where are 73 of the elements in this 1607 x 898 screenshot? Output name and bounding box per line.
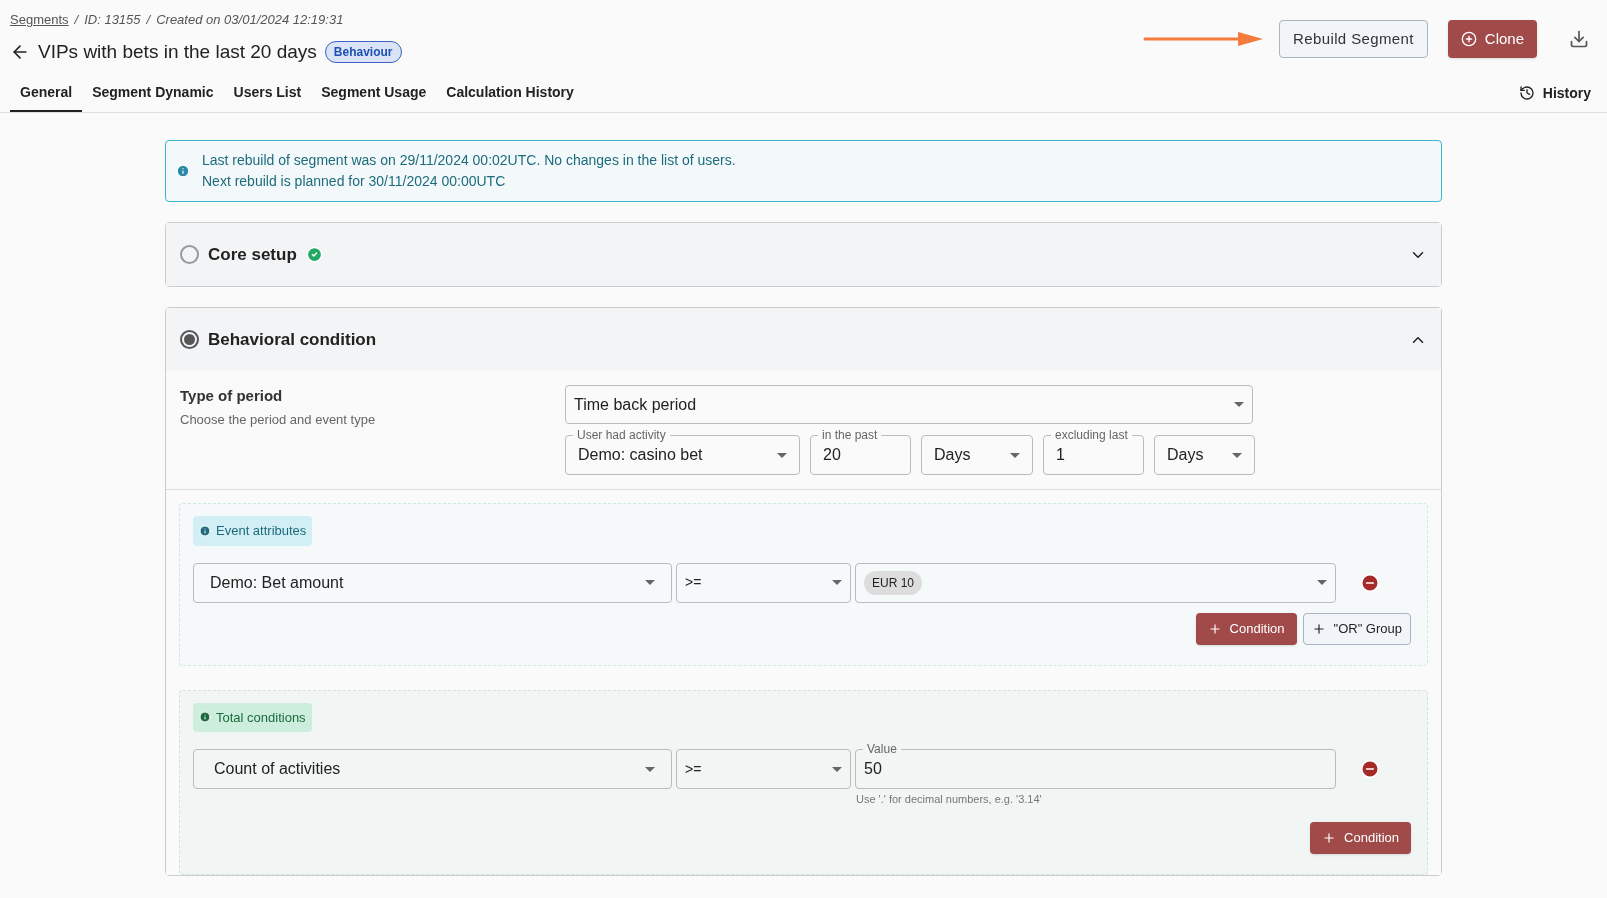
caret-icon (1234, 402, 1244, 407)
add-condition-button[interactable]: Condition (1195, 612, 1297, 645)
section-title: Core setup (208, 243, 297, 266)
field-label: User had activity (573, 427, 670, 443)
page-title: VIPs with bets in the last 20 days (38, 39, 317, 64)
download-icon[interactable] (1569, 29, 1589, 49)
info-text: Next rebuild is planned for 30/11/2024 00:00UTC (202, 172, 507, 191)
remove-icon[interactable] (1360, 572, 1380, 593)
info-icon (176, 164, 190, 178)
period-hint: Choose the period and event type (180, 410, 377, 429)
history-icon (1518, 85, 1535, 101)
operator-select[interactable]: >= (676, 562, 851, 603)
value-select[interactable]: EUR 10 (855, 562, 1336, 603)
field-value: 50 (864, 759, 882, 779)
add-condition-button[interactable]: Condition (1310, 821, 1411, 854)
tab[interactable]: General (10, 74, 83, 112)
attribute-select[interactable]: Demo: Bet amount (193, 562, 672, 603)
type-badge: Behaviour (324, 40, 402, 63)
caret-icon (832, 580, 842, 585)
field-value: 1 (1056, 445, 1065, 465)
caret-icon (832, 766, 842, 772)
info-text: Last rebuild of segment was on 29/11/2024 00:02UTC. No changes in the list of users. (202, 151, 736, 170)
created-date: Created on 03/01/2024 12:19:31 (156, 11, 344, 29)
attribute-select[interactable]: Count of activities (193, 749, 672, 789)
plus-icon (1322, 830, 1337, 845)
radio-button[interactable] (180, 330, 199, 349)
value-chip: EUR 10 (864, 570, 923, 595)
period-label: Type of period (180, 386, 284, 406)
select-value: Time back period (574, 394, 697, 415)
helper-text: Use '.' for decimal numbers, e.g. '3.14' (856, 792, 1043, 807)
breadcrumb-separator: / (74, 11, 79, 29)
select-value: Count of activities (214, 759, 341, 779)
select-value: >= (685, 573, 702, 592)
info-icon (199, 524, 211, 537)
select-value: Demo: Bet amount (210, 572, 344, 593)
operator-select[interactable]: >= (676, 749, 851, 789)
tab[interactable]: Calculation History (436, 74, 584, 112)
plus-icon (1207, 621, 1222, 636)
radio-button[interactable] (180, 245, 199, 264)
tab[interactable]: Users List (223, 74, 312, 112)
section-title: Behavioral condition (208, 328, 377, 351)
history-button[interactable]: History (1518, 82, 1591, 104)
field-label: excluding last (1051, 427, 1132, 443)
caret-icon (645, 580, 655, 585)
remove-icon[interactable] (1360, 759, 1380, 779)
period-type-select[interactable]: Time back period (565, 385, 1253, 424)
breadcrumb-link[interactable]: Segments (10, 10, 69, 30)
group-tag: Total conditions (193, 702, 312, 732)
caret-icon (1317, 580, 1327, 585)
caret-icon (1232, 452, 1242, 458)
caret-icon (1010, 452, 1020, 458)
segment-id: ID: 13155 (84, 11, 141, 29)
clone-button[interactable]: Clone (1447, 20, 1537, 58)
plus-circle-icon (1460, 31, 1477, 47)
or-group-button[interactable]: "OR" Group (1302, 612, 1411, 645)
caret-icon (777, 452, 787, 458)
breadcrumb-separator: / (146, 11, 151, 29)
select-value: >= (685, 759, 702, 779)
caret-icon (645, 766, 655, 772)
field-value: 20 (823, 445, 841, 465)
field-label: in the past (818, 427, 882, 443)
info-icon (199, 711, 211, 724)
section-header[interactable]: Behavioral condition (166, 308, 1441, 371)
section-header[interactable]: Core setup (166, 223, 1441, 286)
plus-icon (1311, 621, 1326, 636)
group-tag: Event attributes (193, 516, 313, 546)
tab[interactable]: Segment Usage (311, 74, 437, 112)
field-value: Demo: casino bet (578, 445, 703, 465)
tab[interactable]: Segment Dynamic (82, 74, 224, 112)
field-value: Days (934, 445, 971, 465)
arrow-annotation-icon (1143, 32, 1264, 46)
field-value: Days (1167, 445, 1204, 465)
rebuild-segment-button[interactable]: Rebuild Segment (1279, 20, 1428, 58)
